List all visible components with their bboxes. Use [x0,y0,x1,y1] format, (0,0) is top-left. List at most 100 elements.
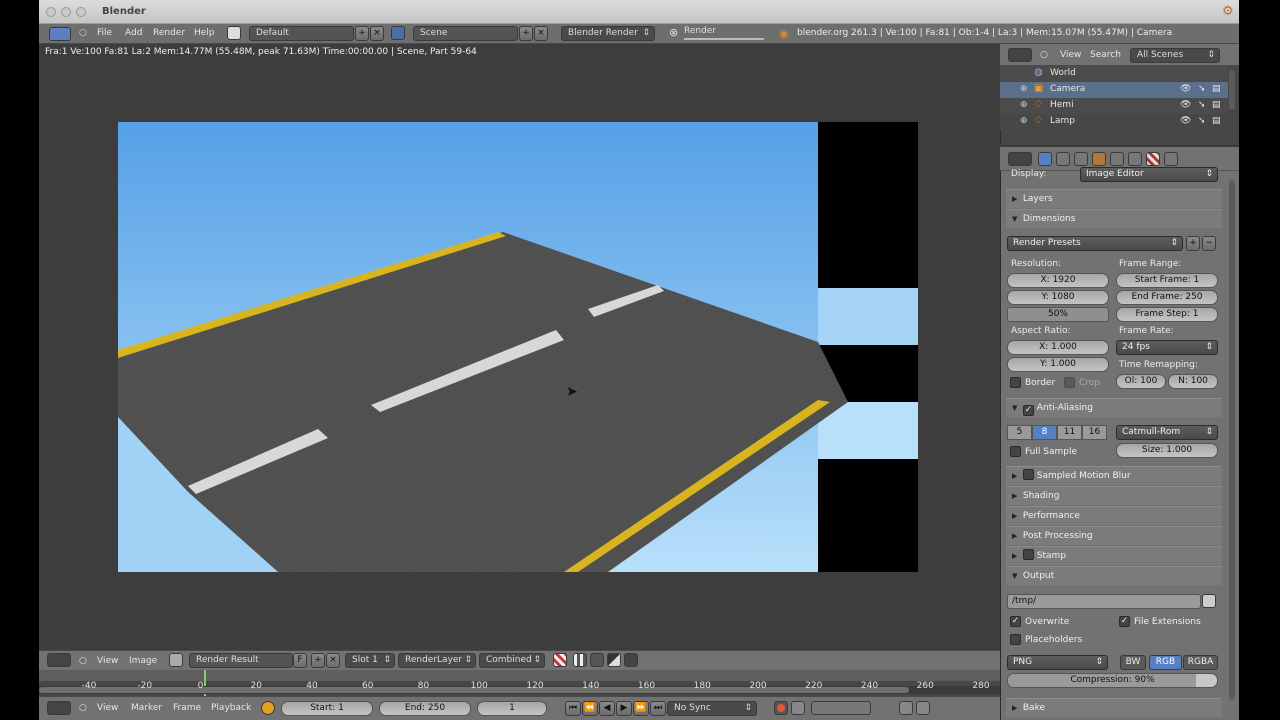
remap-old-field[interactable]: Ol: 100 [1116,374,1166,389]
menu-render[interactable]: Render [153,28,185,38]
outliner-row-hemi[interactable]: ⊕ ♢ Hemi 👁 ➘ ▤ [1000,98,1228,114]
play-button[interactable]: ▶ [616,701,632,716]
panel-output[interactable]: ▼ Output [1006,566,1222,585]
render-pass-select[interactable]: Combined ⇕ [479,653,545,668]
checker-icon[interactable] [573,653,587,667]
menu-view[interactable]: View [1060,50,1081,60]
panel-dimensions[interactable]: ▼ Dimensions [1006,209,1222,228]
image-name-field[interactable]: Render Result [189,653,293,668]
jump-keyframe-back-button[interactable]: ⏪ [582,701,598,716]
end-frame-prop-field[interactable]: End Frame: 250 [1116,290,1218,305]
color-mode-rgb[interactable]: RGB [1149,655,1182,670]
image-browse-icon[interactable] [169,653,183,667]
expand-icon[interactable]: ⊕ [1020,84,1028,94]
full-sample-checkbox[interactable] [1010,446,1021,457]
aa-samples-8[interactable]: 8 [1032,425,1057,440]
physics-tab-icon[interactable] [1164,152,1178,166]
menu-view[interactable]: View [97,656,118,666]
panel-stamp[interactable]: ▶ Stamp [1006,546,1222,565]
menu-playback[interactable]: Playback [211,703,251,713]
preview-range-icon[interactable] [261,701,275,715]
collapse-icon[interactable]: ○ [79,703,87,713]
panel-sampled-motion-blur[interactable]: ▶ Sampled Motion Blur [1006,466,1222,485]
render-layer-select[interactable]: RenderLayer ⇕ [398,653,476,668]
outliner-scrollbar[interactable] [1229,70,1235,110]
collapse-icon[interactable]: ○ [1040,50,1048,60]
play-reverse-button[interactable]: ◀ [599,701,615,716]
border-checkbox[interactable] [1010,377,1021,388]
scene-tab-icon[interactable] [1056,152,1070,166]
texture-tab-icon[interactable] [1146,152,1160,166]
constraints-tab-icon[interactable] [1110,152,1124,166]
panel-bake[interactable]: ▶ Bake [1006,698,1222,717]
editor-type-image-icon[interactable] [47,653,71,667]
outliner-filter-select[interactable]: All Scenes ⇕ [1130,48,1220,63]
select-arrow-icon[interactable]: ➘ [1198,84,1206,94]
aa-filter-select[interactable]: Catmull-Rom ⇕ [1116,425,1218,440]
resolution-percentage-slider[interactable]: 50% [1007,307,1109,322]
delete-keyframe-icon[interactable] [916,701,930,715]
screen-layout-icon[interactable] [227,26,241,40]
remap-new-field[interactable]: N: 100 [1168,374,1218,389]
menu-marker[interactable]: Marker [131,703,162,713]
visibility-eye-icon[interactable]: 👁 [1180,100,1191,110]
file-format-select[interactable]: PNG ⇕ [1007,655,1108,670]
unlink-image-button[interactable]: × [326,653,340,668]
crop-checkbox[interactable] [1064,377,1075,388]
motion-blur-checkbox[interactable] [1022,469,1034,480]
panel-shading[interactable]: ▶ Shading [1006,486,1222,505]
folder-icon[interactable] [1202,594,1216,608]
properties-scrollbar[interactable] [1229,180,1235,700]
gear-icon[interactable]: ⚙ [1222,4,1234,19]
start-frame-prop-field[interactable]: Start Frame: 1 [1116,273,1218,288]
jump-start-button[interactable]: ⏮ [565,701,581,716]
render-result-image[interactable] [118,122,918,572]
draw-alpha-icon[interactable] [553,653,567,667]
minimize-window-button[interactable] [61,7,71,17]
menu-help[interactable]: Help [194,28,215,38]
close-window-button[interactable] [46,7,56,17]
aa-samples-5[interactable]: 5 [1007,425,1032,440]
menu-file[interactable]: File [97,28,112,38]
panel-anti-aliasing[interactable]: ▼ ✓ Anti-Aliasing [1006,398,1222,417]
zbuffer-icon[interactable] [607,653,621,667]
anti-aliasing-checkbox[interactable]: ✓ [1022,405,1034,416]
color-mode-bw[interactable]: BW [1120,655,1146,670]
select-arrow-icon[interactable]: ➘ [1198,116,1206,126]
scene-icon[interactable] [391,26,405,40]
object-tab-icon[interactable] [1092,152,1106,166]
slot-select[interactable]: Slot 1 ⇕ [345,653,395,668]
visibility-eye-icon[interactable]: 👁 [1180,84,1191,94]
cancel-render-icon[interactable]: ⊗ [669,26,678,39]
remove-preset-button[interactable]: − [1202,236,1216,251]
editor-type-properties-icon[interactable] [1008,152,1032,166]
render-presets-select[interactable]: Render Presets ⇕ [1007,236,1183,251]
frame-step-field[interactable]: Frame Step: 1 [1116,307,1218,322]
add-scene-button[interactable]: + [519,26,533,41]
editor-type-timeline-icon[interactable] [47,701,71,715]
start-frame-field[interactable]: Start: 1 [281,701,373,716]
zoom-window-button[interactable] [76,7,86,17]
channel-icon[interactable] [590,653,604,667]
render-engine-select[interactable]: Blender Render ⇕ [561,26,655,41]
color-mode-rgba[interactable]: RGBA [1183,655,1218,670]
current-frame-field[interactable]: 1 [477,701,547,716]
visibility-eye-icon[interactable]: 👁 [1180,116,1191,126]
menu-view[interactable]: View [97,703,118,713]
menu-search[interactable]: Search [1090,50,1121,60]
keying-set-field[interactable] [811,701,871,715]
expand-icon[interactable]: ⊕ [1020,100,1028,110]
frame-rate-select[interactable]: 24 fps ⇕ [1116,340,1218,355]
outliner-row-lamp[interactable]: ⊕ ♢ Lamp 👁 ➘ ▤ [1000,114,1228,130]
aa-samples-11[interactable]: 11 [1057,425,1082,440]
delete-scene-button[interactable]: × [534,26,548,41]
world-tab-icon[interactable] [1074,152,1088,166]
panel-performance[interactable]: ▶ Performance [1006,506,1222,525]
editor-type-outliner-icon[interactable] [1008,48,1032,62]
display-select[interactable]: Image Editor ⇕ [1080,167,1218,182]
new-image-button[interactable]: + [311,653,325,668]
timeline-ruler[interactable] [39,670,1000,696]
placeholders-checkbox[interactable] [1010,634,1021,645]
add-preset-button[interactable]: + [1186,236,1200,251]
keying-set-icon[interactable] [791,701,805,715]
